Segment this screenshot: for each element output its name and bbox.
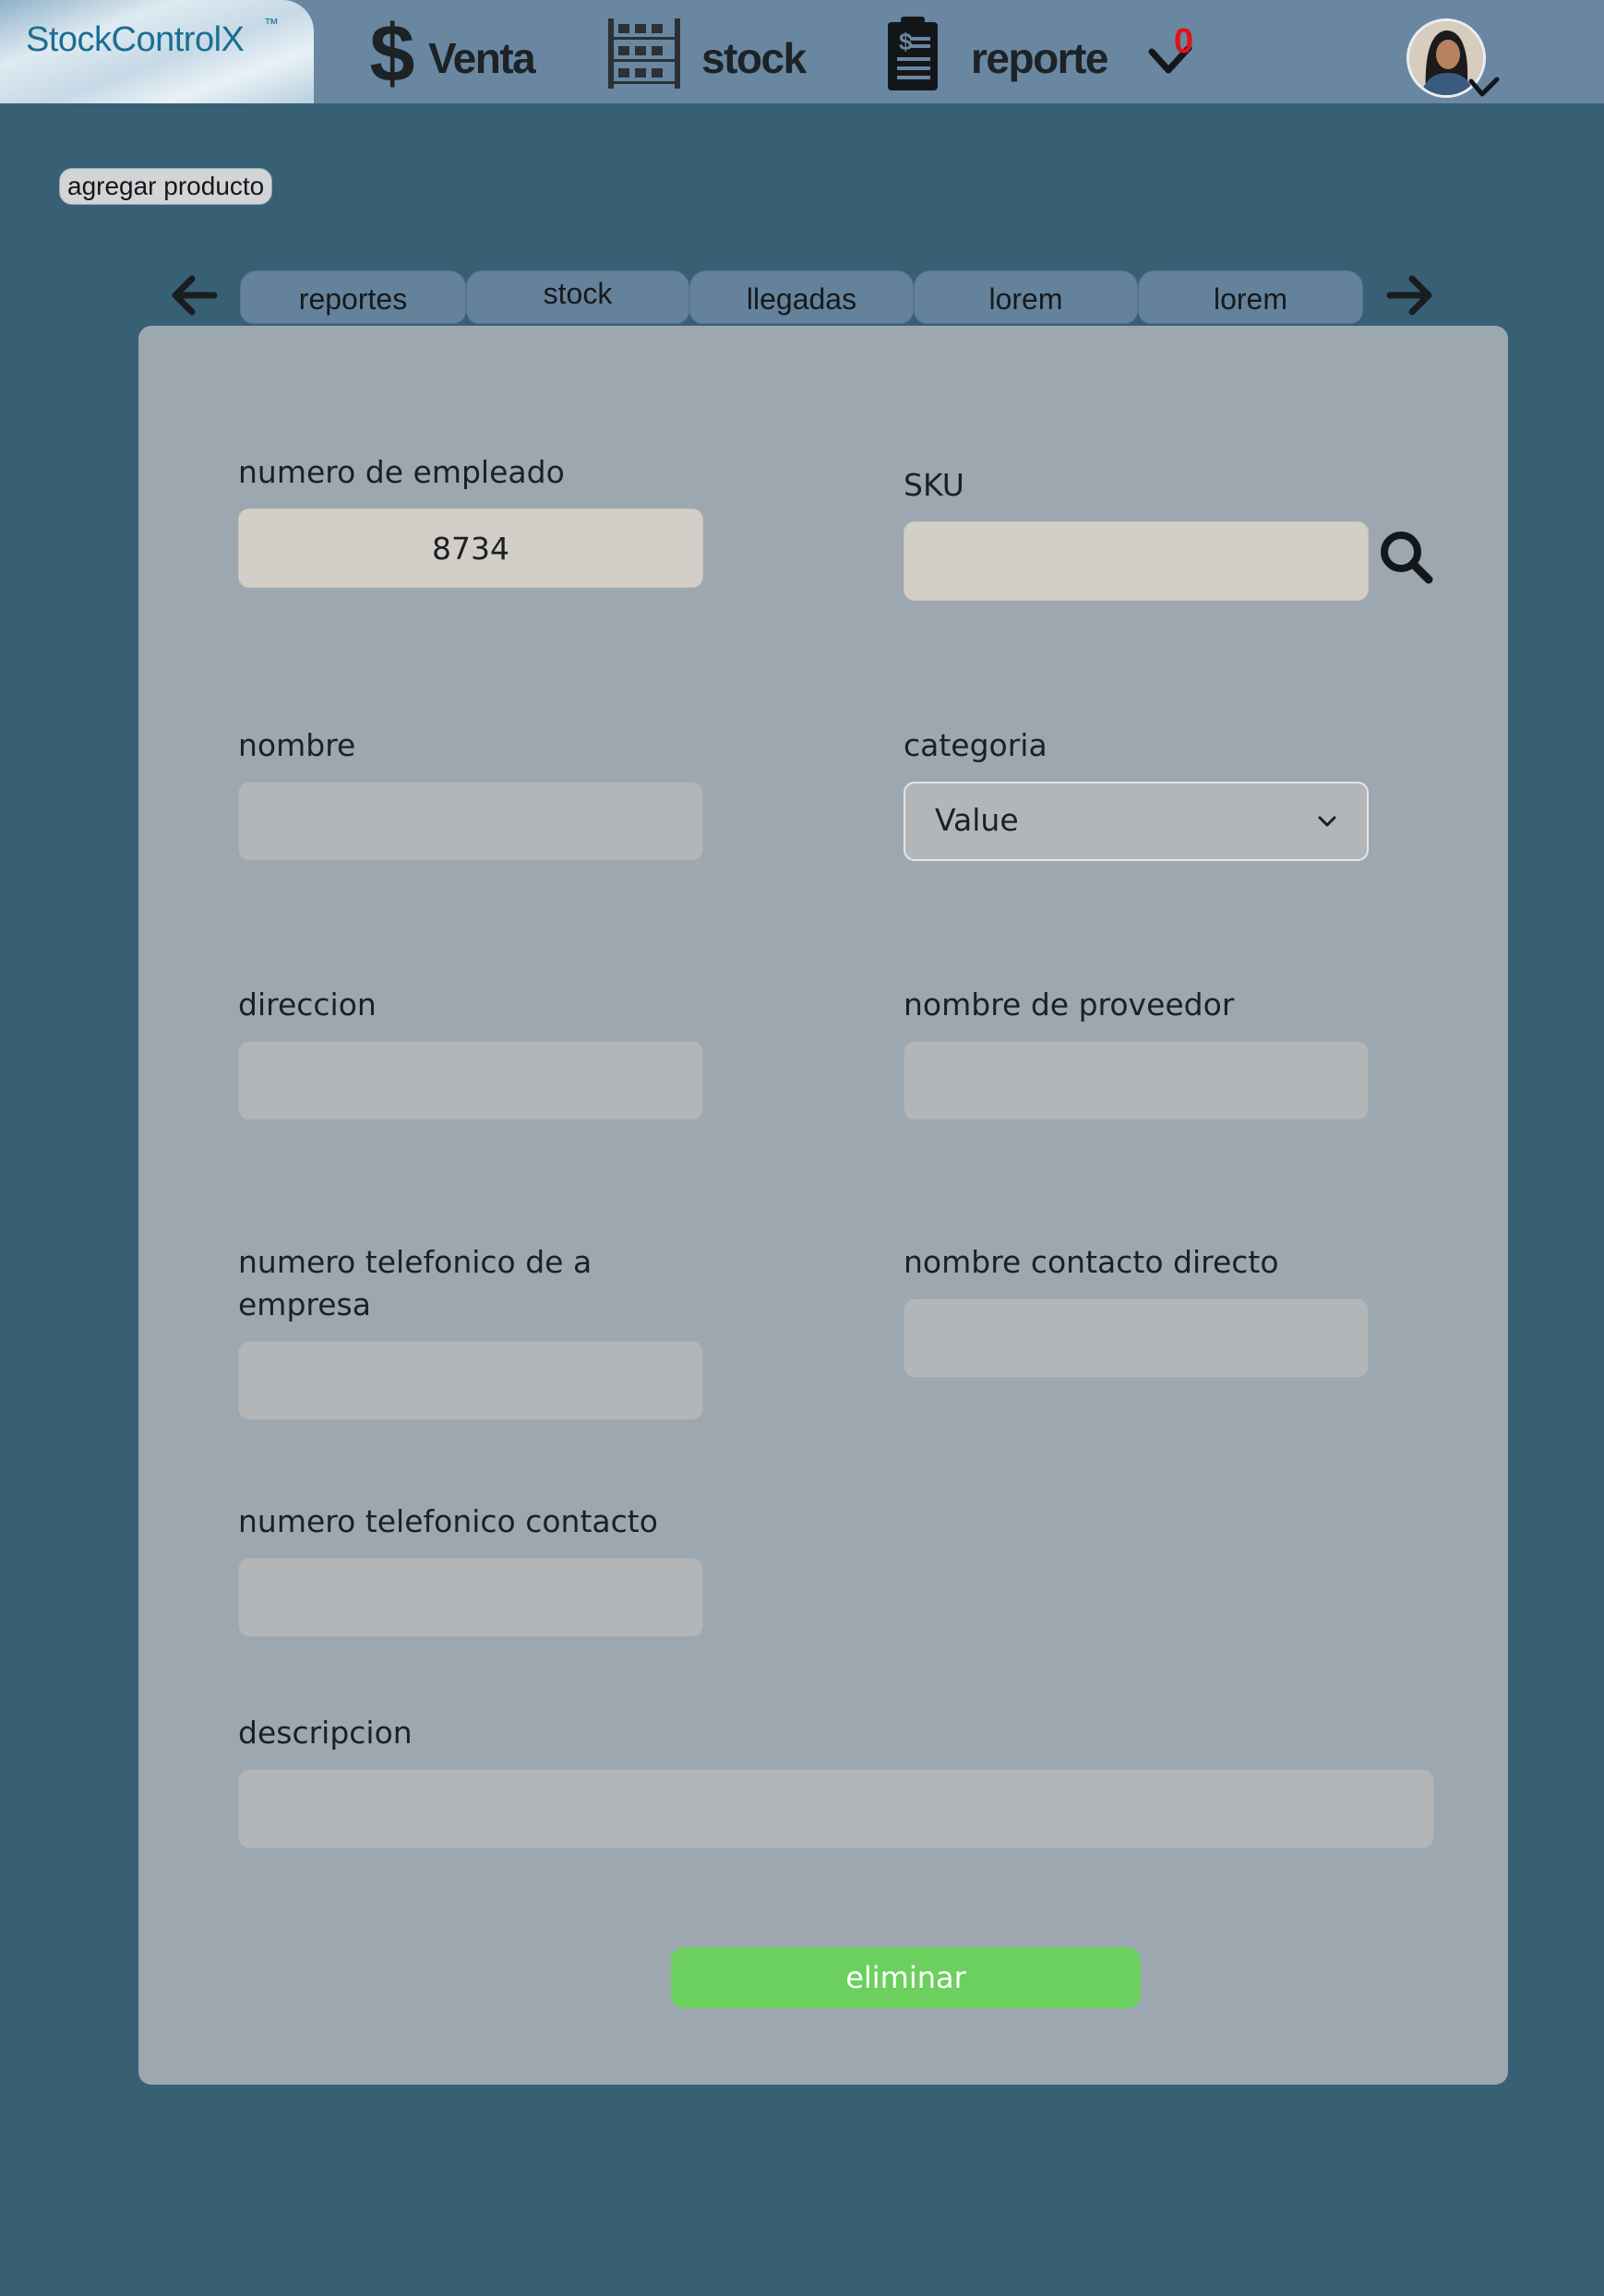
top-navigation-bar: StockControlX ™ $ Venta stock $ reporte … [0, 0, 1604, 103]
arrow-left-icon[interactable] [170, 271, 220, 319]
shelf-icon [608, 18, 680, 89]
address-label: direccion [238, 987, 377, 1022]
user-menu-chevron-icon[interactable] [1466, 76, 1502, 102]
chevron-down-icon [1318, 816, 1336, 827]
dollar-icon: $ [370, 15, 415, 92]
nav-label-reporte: reporte [971, 34, 1108, 82]
direct-contact-label: nombre contacto directo [904, 1244, 1279, 1280]
tab-lorem-2[interactable]: lorem [1138, 270, 1363, 324]
tab-label: lorem [1213, 282, 1287, 316]
sku-label: SKU [904, 467, 964, 503]
svg-text:$: $ [899, 28, 913, 55]
name-label: nombre [238, 727, 356, 763]
app-logo[interactable]: StockControlX ™ [0, 0, 314, 103]
tab-label: stock [543, 277, 613, 310]
nav-label-stock: stock [701, 34, 807, 82]
tab-label: lorem [988, 282, 1063, 316]
svg-text:$: $ [370, 15, 415, 92]
nav-item-venta[interactable]: $ Venta [365, 13, 541, 92]
sku-field[interactable] [904, 521, 1369, 601]
address-field[interactable] [238, 1041, 703, 1120]
tab-lorem-1[interactable]: lorem [914, 270, 1138, 324]
name-field[interactable] [238, 782, 703, 861]
tab-label: reportes [298, 282, 408, 316]
notification-badge: 0 [1174, 22, 1194, 61]
tab-label: llegadas [746, 282, 857, 316]
company-phone-label-line1: numero telefonico de a [238, 1244, 593, 1280]
employee-number-field[interactable] [238, 508, 703, 588]
category-selected-value: Value [935, 802, 1019, 838]
category-select[interactable]: Value [904, 782, 1369, 861]
contact-phone-label: numero telefonico contacto [238, 1503, 658, 1539]
supplier-name-field[interactable] [904, 1041, 1369, 1120]
nav-item-reporte[interactable]: $ reporte [884, 13, 1115, 90]
company-phone-label-line2: empresa [238, 1286, 371, 1322]
description-field[interactable] [238, 1769, 1434, 1848]
tab-stock[interactable]: stock [466, 270, 689, 324]
contact-phone-field[interactable] [238, 1558, 703, 1637]
description-label: descripcion [238, 1715, 413, 1751]
tab-llegadas[interactable]: llegadas [689, 270, 914, 324]
category-label: categoria [904, 727, 1047, 763]
add-product-button[interactable]: agregar producto [59, 168, 273, 205]
employee-number-label: numero de empleado [238, 454, 565, 490]
logo-text: StockControlX [26, 20, 245, 59]
supplier-name-label: nombre de proveedor [904, 987, 1235, 1022]
arrow-right-icon[interactable] [1384, 271, 1434, 319]
delete-button[interactable]: eliminar [671, 1947, 1141, 2008]
report-icon: $ [888, 17, 938, 90]
company-phone-field[interactable] [238, 1341, 703, 1420]
search-icon[interactable] [1378, 529, 1435, 586]
direct-contact-field[interactable] [904, 1298, 1369, 1378]
tab-reportes[interactable]: reportes [240, 270, 466, 324]
nav-label-venta: Venta [428, 34, 536, 82]
logo-trademark: ™ [264, 17, 279, 32]
product-form-card: numero de empleado SKU nombre categoria … [138, 326, 1508, 2085]
nav-item-stock[interactable]: stock [605, 13, 808, 90]
